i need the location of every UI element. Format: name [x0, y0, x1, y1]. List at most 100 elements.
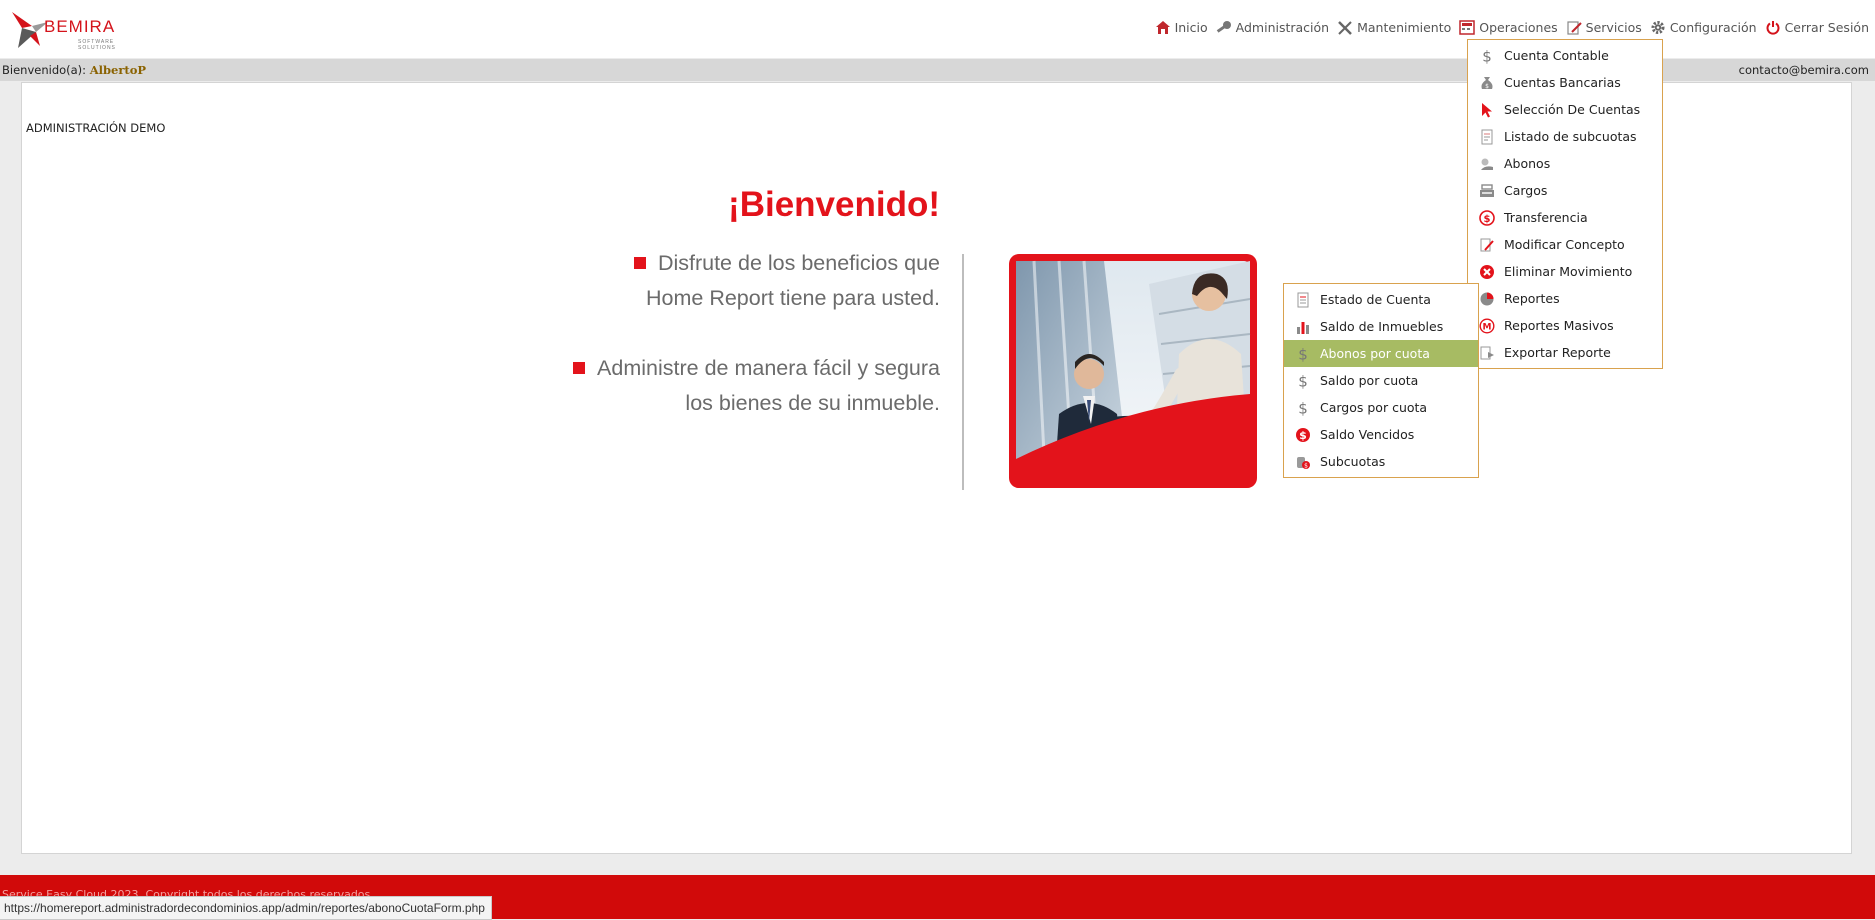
nav-configuracion[interactable]: Configuración — [1650, 16, 1757, 38]
menu-item-reportes-masivos[interactable]: M Reportes Masivos — [1468, 312, 1662, 339]
menu-item-label: Reportes — [1504, 291, 1560, 306]
menu-item-label: Cuentas Bancarias — [1504, 75, 1621, 90]
svg-text:$: $ — [1484, 214, 1491, 225]
bullet-2-line-1: Administre de manera fácil y segura — [597, 356, 940, 380]
nav-label: Servicios — [1585, 19, 1642, 35]
submenu-item-saldo-vencidos[interactable]: $ Saldo Vencidos — [1284, 421, 1478, 448]
submenu-item-subcuotas[interactable]: $ Subcuotas — [1284, 448, 1478, 475]
menu-item-label: Listado de subcuotas — [1504, 129, 1637, 144]
svg-text:$: $ — [1298, 400, 1308, 416]
nav-servicios[interactable]: Servicios — [1566, 16, 1642, 38]
menu-item-label: Saldo por cuota — [1320, 373, 1419, 388]
main-nav: Inicio Administración Mantenimiento Oper… — [1147, 16, 1869, 38]
nav-administracion[interactable]: Administración — [1216, 16, 1329, 38]
delete-icon — [1478, 263, 1496, 281]
bullet-2-line-2: los bienes de su inmueble. — [685, 391, 940, 415]
calculator-icon — [1459, 19, 1476, 35]
key-icon — [1216, 20, 1231, 33]
power-icon — [1766, 20, 1780, 35]
welcome-title: ¡Bienvenido! — [728, 185, 940, 224]
brand-tagline: SOFTWARE SOLUTIONS — [78, 39, 116, 51]
dollar-icon: $ — [1478, 47, 1496, 65]
menu-item-abonos[interactable]: Abonos — [1468, 150, 1662, 177]
cursor-icon — [1478, 101, 1496, 119]
administration-name: ADMINISTRACIÓN DEMO — [26, 121, 166, 135]
nav-label: Operaciones — [1479, 19, 1558, 35]
svg-text:M: M — [1483, 323, 1492, 333]
menu-item-transferencia[interactable]: $ Transferencia — [1468, 204, 1662, 231]
menu-item-seleccion-de-cuentas[interactable]: Selección De Cuentas — [1468, 96, 1662, 123]
submenu-item-saldo-de-inmuebles[interactable]: Saldo de Inmuebles — [1284, 313, 1478, 340]
menu-item-exportar-reporte[interactable]: Exportar Reporte — [1468, 339, 1662, 366]
nav-inicio[interactable]: Inicio — [1155, 16, 1208, 38]
benefit-bullet-1: Disfrute de los beneficios que Home Repo… — [633, 246, 940, 316]
bemira-logo[interactable]: BEMIRA SOFTWARE SOLUTIONS — [10, 8, 140, 51]
submenu-item-estado-de-cuenta[interactable]: Estado de Cuenta — [1284, 286, 1478, 313]
submenu-item-cargos-por-cuota[interactable]: $ Cargos por cuota — [1284, 394, 1478, 421]
nav-label: Configuración — [1669, 19, 1757, 35]
menu-item-label: Saldo de Inmuebles — [1320, 319, 1444, 334]
menu-item-label: Estado de Cuenta — [1320, 292, 1431, 307]
nav-cerrar-sesion[interactable]: Cerrar Sesión — [1765, 16, 1869, 38]
bullet-1-line-2: Home Report tiene para usted. — [646, 286, 940, 310]
nav-operaciones[interactable]: Operaciones — [1459, 16, 1558, 38]
handshake-photo — [1009, 254, 1257, 488]
menu-item-reportes[interactable]: Reportes — [1468, 285, 1662, 312]
edit-document-icon — [1478, 236, 1496, 254]
menu-item-label: Eliminar Movimiento — [1504, 264, 1633, 279]
svg-text:$: $ — [1298, 373, 1308, 389]
pie-chart-icon — [1478, 290, 1496, 308]
vertical-divider — [962, 254, 964, 490]
submenu-item-saldo-por-cuota[interactable]: $ Saldo por cuota — [1284, 367, 1478, 394]
link-status-url: https://homereport.administradordecondom… — [0, 896, 492, 920]
document-list-icon — [1478, 128, 1496, 146]
menu-item-modificar-concepto[interactable]: Modificar Concepto — [1468, 231, 1662, 258]
nav-label: Inicio — [1174, 19, 1208, 35]
cash-register-icon — [1478, 182, 1496, 200]
home-icon — [1155, 20, 1170, 34]
menu-item-label: Reportes Masivos — [1504, 318, 1614, 333]
svg-text:$: $ — [1304, 463, 1308, 470]
nav-label: Mantenimiento — [1357, 19, 1452, 35]
nav-mantenimiento[interactable]: Mantenimiento — [1337, 16, 1451, 38]
menu-item-cargos[interactable]: Cargos — [1468, 177, 1662, 204]
dollar-icon: $ — [1294, 399, 1312, 417]
brand-name: BEMIRA — [44, 17, 116, 36]
bar-chart-icon — [1294, 318, 1312, 336]
hand-coin-icon — [1478, 155, 1496, 173]
contact-email: contacto@bemira.com — [1738, 63, 1869, 77]
benefit-bullet-2: Administre de manera fácil y segura los … — [573, 351, 940, 421]
welcome-line: Bienvenido(a): AlbertoP — [2, 59, 146, 81]
menu-item-cuentas-bancarias[interactable]: $ Cuentas Bancarias — [1468, 69, 1662, 96]
dollar-circle-icon: $ — [1294, 426, 1312, 444]
welcome-label: Bienvenido(a): — [2, 63, 87, 77]
username: AlbertoP — [89, 63, 147, 77]
export-icon — [1478, 344, 1496, 362]
menu-item-label: Exportar Reporte — [1504, 345, 1611, 360]
operaciones-dropdown: $ Cuenta Contable $ Cuentas Bancarias Selecc… — [1467, 39, 1663, 369]
menu-item-label: Cargos por cuota — [1320, 400, 1428, 415]
nav-label: Cerrar Sesión — [1784, 19, 1869, 35]
menu-item-cuenta-contable[interactable]: $ Cuenta Contable — [1468, 42, 1662, 69]
menu-item-label: Saldo Vencidos — [1320, 427, 1415, 442]
bullet-1-line-1: Disfrute de los beneficios que — [657, 251, 940, 275]
menu-item-listado-de-subcuotas[interactable]: Listado de subcuotas — [1468, 123, 1662, 150]
menu-item-label: Cuenta Contable — [1504, 48, 1609, 63]
menu-item-eliminar-movimiento[interactable]: Eliminar Movimiento — [1468, 258, 1662, 285]
submenu-item-abonos-por-cuota[interactable]: $ Abonos por cuota — [1284, 340, 1478, 367]
svg-text:$: $ — [1299, 429, 1307, 442]
coins-icon: $ — [1294, 453, 1312, 471]
svg-text:$: $ — [1482, 48, 1492, 64]
gear-icon — [1651, 20, 1665, 34]
menu-item-label: Abonos por cuota — [1320, 346, 1430, 361]
dollar-icon: $ — [1294, 372, 1312, 390]
edit-icon — [1567, 20, 1582, 35]
bullet-square-icon — [573, 362, 586, 374]
menu-item-label: Selección De Cuentas — [1504, 102, 1641, 117]
menu-item-label: Transferencia — [1504, 210, 1588, 225]
money-bag-icon: $ — [1478, 74, 1496, 92]
reportes-submenu: Estado de Cuenta Saldo de Inmuebles $ Abono… — [1283, 283, 1479, 478]
bullet-square-icon — [633, 257, 646, 269]
svg-text:$: $ — [1298, 346, 1308, 362]
nav-label: Administración — [1235, 19, 1330, 35]
